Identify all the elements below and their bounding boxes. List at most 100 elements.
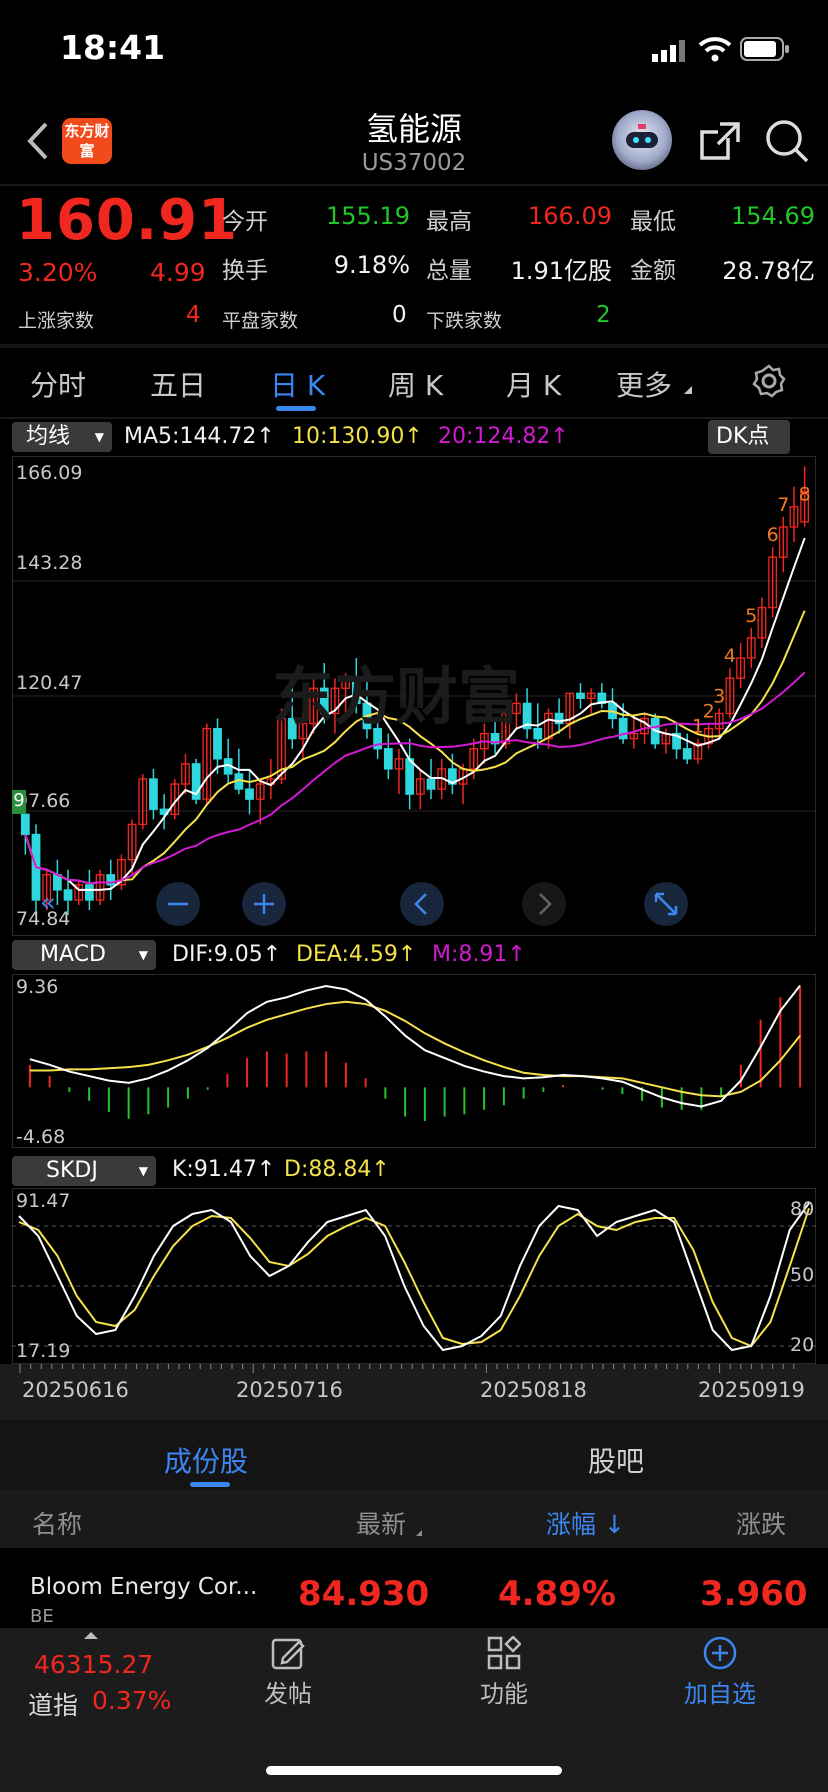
amount-label: 金额 [630, 258, 676, 284]
skdj-chart[interactable]: 91.47 17.19 80 50 20 [12, 1188, 816, 1364]
share-icon[interactable] [698, 118, 742, 166]
candlestick-chart[interactable]: 12345678 东方财富 166.09 143.28 120.47 97.66… [12, 456, 816, 936]
tab-forum[interactable]: 股吧 [588, 1440, 644, 1480]
dk-signal-label: 6 [767, 524, 779, 546]
tab-monthly-k[interactable]: 月 K [506, 364, 561, 404]
candle-body [63, 889, 73, 901]
candle-body [682, 748, 692, 760]
y-tick-2: 143.28 [16, 552, 83, 574]
segment-active-indicator [190, 1482, 230, 1487]
candle-body [533, 727, 543, 740]
zoom-in-button[interactable] [242, 882, 286, 926]
dk-signal-label: 3 [713, 685, 725, 707]
fall-count-label: 下跌家数 [426, 310, 503, 332]
dk-signal-label: 4 [724, 645, 736, 667]
dk-signal-label: 7 [777, 494, 789, 516]
candle-body [245, 788, 254, 800]
turnover-label: 换手 [222, 258, 268, 284]
index-expand-icon[interactable] [84, 1632, 98, 1639]
rewind-icon[interactable]: « [40, 888, 56, 918]
skdj-k-value: K:91.47↑ [172, 1157, 276, 1182]
col-last[interactable]: 最新 [356, 1505, 406, 1541]
status-time: 18:41 [60, 28, 166, 67]
settings-gear-icon[interactable] [752, 364, 786, 402]
stock-chg: 3.960 [700, 1574, 808, 1614]
skdj-k-line [18, 1202, 810, 1352]
skdj-indicator-select[interactable]: SKDJ ▼ [12, 1156, 156, 1186]
chevron-right-icon [539, 893, 552, 915]
candle-body [20, 813, 30, 836]
search-icon[interactable] [764, 118, 810, 168]
chart-border [12, 974, 816, 1148]
ma20-value: 20:124.82↑ [438, 424, 569, 449]
macd-indicator-select[interactable]: MACD ▼ [12, 940, 156, 970]
candle-body [426, 778, 436, 790]
tab-constituents[interactable]: 成份股 [164, 1440, 248, 1480]
volume-label: 总量 [426, 258, 472, 284]
ma-indicator-select[interactable]: 均线 ▼ [12, 422, 112, 452]
skdj-svg [12, 1188, 816, 1364]
skdj-d-line [18, 1208, 810, 1348]
stock-last: 84.930 [298, 1574, 430, 1614]
watermark: 东方财富 [272, 660, 521, 733]
col-change[interactable]: 涨跌 [736, 1505, 786, 1541]
signal-icon [652, 40, 686, 62]
features-button[interactable]: 功能 [464, 1635, 544, 1709]
tab-intraday[interactable]: 分时 [30, 364, 86, 404]
dropdown-triangle-icon: ▼ [138, 948, 148, 962]
tab-five-day[interactable]: 五日 [150, 364, 206, 404]
tab-weekly-k[interactable]: 周 K [388, 364, 443, 404]
table-header [0, 1490, 828, 1548]
skdj-d-value: D:88.84↑ [284, 1157, 390, 1182]
add-watchlist-button[interactable]: 加自选 [672, 1636, 768, 1709]
tab-daily-k[interactable]: 日 K [270, 364, 325, 404]
signal-badge-left: 9 [12, 790, 26, 814]
turnover-value: 9.18% [333, 251, 410, 279]
amount-value: 28.78亿 [722, 257, 815, 285]
candle-body [213, 727, 222, 760]
minus-icon [168, 902, 188, 906]
tab-more[interactable]: 更多 [616, 364, 672, 404]
home-indicator [266, 1766, 562, 1775]
skdj-y-tick-top: 91.47 [16, 1190, 71, 1212]
date-label-2: 20250716 [236, 1378, 343, 1402]
col-name[interactable]: 名称 [32, 1505, 82, 1541]
candle-body [149, 778, 158, 810]
stock-code: BE [30, 1606, 54, 1627]
low-value: 154.69 [731, 202, 815, 230]
ma-indicator-label: 均线 [26, 424, 71, 449]
stock-pct: 4.89% [498, 1574, 616, 1614]
active-tab-indicator [276, 406, 316, 411]
add-watchlist-label: 加自选 [684, 1680, 756, 1708]
rise-count-value: 4 [186, 302, 201, 328]
change-amount: 4.99 [150, 258, 206, 287]
dea-line [29, 1000, 801, 1098]
y-tick-1: 166.09 [16, 462, 83, 484]
macd-chart[interactable]: 9.36 -4.68 [12, 974, 816, 1148]
table-row[interactable]: Bloom Energy Cor... BE 84.930 4.89% 3.96… [0, 1548, 828, 1628]
skdj-right-tick-80: 80 [790, 1198, 815, 1220]
grid-icon [487, 1635, 522, 1670]
y-tick-3: 120.47 [16, 672, 83, 694]
rise-count-label: 上涨家数 [18, 310, 95, 332]
skdj-right-tick-50: 50 [790, 1264, 815, 1286]
date-label-1: 20250616 [22, 1378, 129, 1402]
post-label: 发帖 [264, 1680, 312, 1708]
zoom-out-button[interactable] [156, 882, 200, 926]
robot-avatar[interactable] [612, 110, 672, 170]
dk-signal-label: 5 [745, 605, 757, 627]
post-button[interactable]: 发帖 [248, 1636, 328, 1709]
plus-circle-icon [703, 1636, 737, 1670]
skdj-right-tick-20: 20 [790, 1334, 815, 1356]
fullscreen-button[interactable] [644, 882, 688, 926]
open-label: 今开 [222, 209, 268, 235]
flat-count-label: 平盘家数 [222, 310, 299, 332]
index-value[interactable]: 46315.27 [34, 1650, 153, 1679]
col-change-pct[interactable]: 涨幅 ↓ [546, 1505, 625, 1541]
stock-name: Bloom Energy Cor... [30, 1574, 258, 1600]
macd-dea-value: DEA:4.59↑ [296, 942, 417, 967]
dk-point-button[interactable]: DK点 [708, 420, 790, 454]
sort-triangle-icon [416, 1530, 422, 1536]
pan-right-button[interactable] [522, 882, 566, 926]
pan-left-button[interactable] [400, 882, 444, 926]
